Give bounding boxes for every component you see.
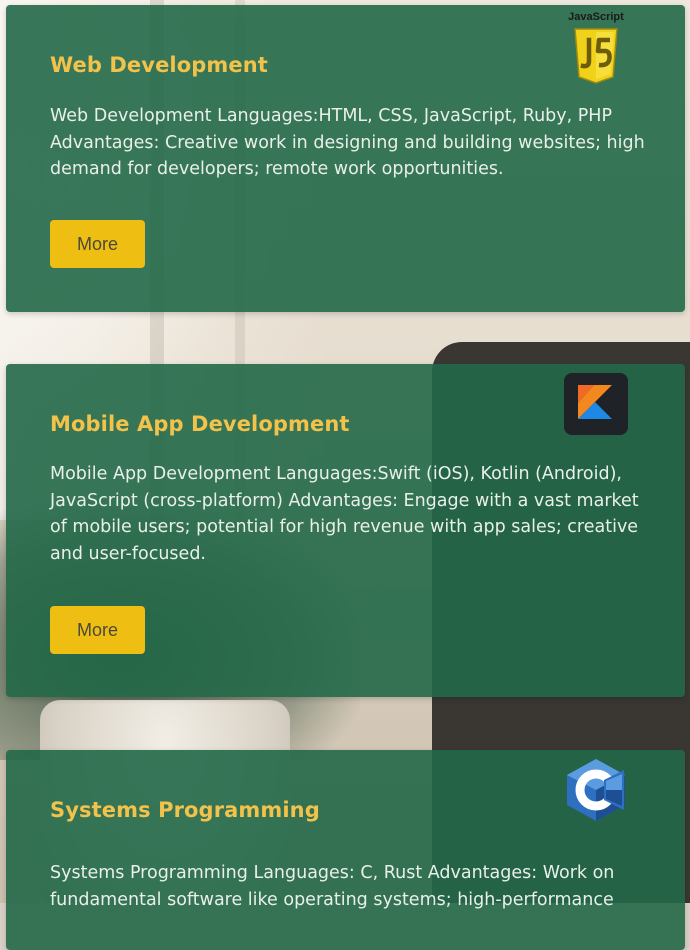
card-list: Web Development Web Development Language… <box>0 0 690 950</box>
more-button[interactable]: More <box>50 220 145 268</box>
card-title: Web Development <box>50 53 268 77</box>
card-title: Systems Programming <box>50 798 320 822</box>
more-button[interactable]: More <box>50 606 145 654</box>
card-description: Web Development Languages:HTML, CSS, Jav… <box>50 106 645 179</box>
kotlin-logo-icon <box>564 373 628 435</box>
logo-caption: JavaScript <box>568 11 624 23</box>
card-description: Mobile App Development Languages:Swift (… <box>50 464 639 564</box>
card-title: Mobile App Development <box>50 412 350 436</box>
card-description: Systems Programming Languages: C, Rust A… <box>50 863 615 910</box>
card-mobile-app-development: Mobile App Development Mobile App Develo… <box>6 364 685 697</box>
c-language-logo-icon <box>562 758 630 822</box>
javascript-logo-icon: JavaScript <box>562 11 630 87</box>
card-systems-programming: Systems Programming Systems Programming … <box>6 750 685 950</box>
card-web-development: Web Development Web Development Language… <box>6 5 685 312</box>
